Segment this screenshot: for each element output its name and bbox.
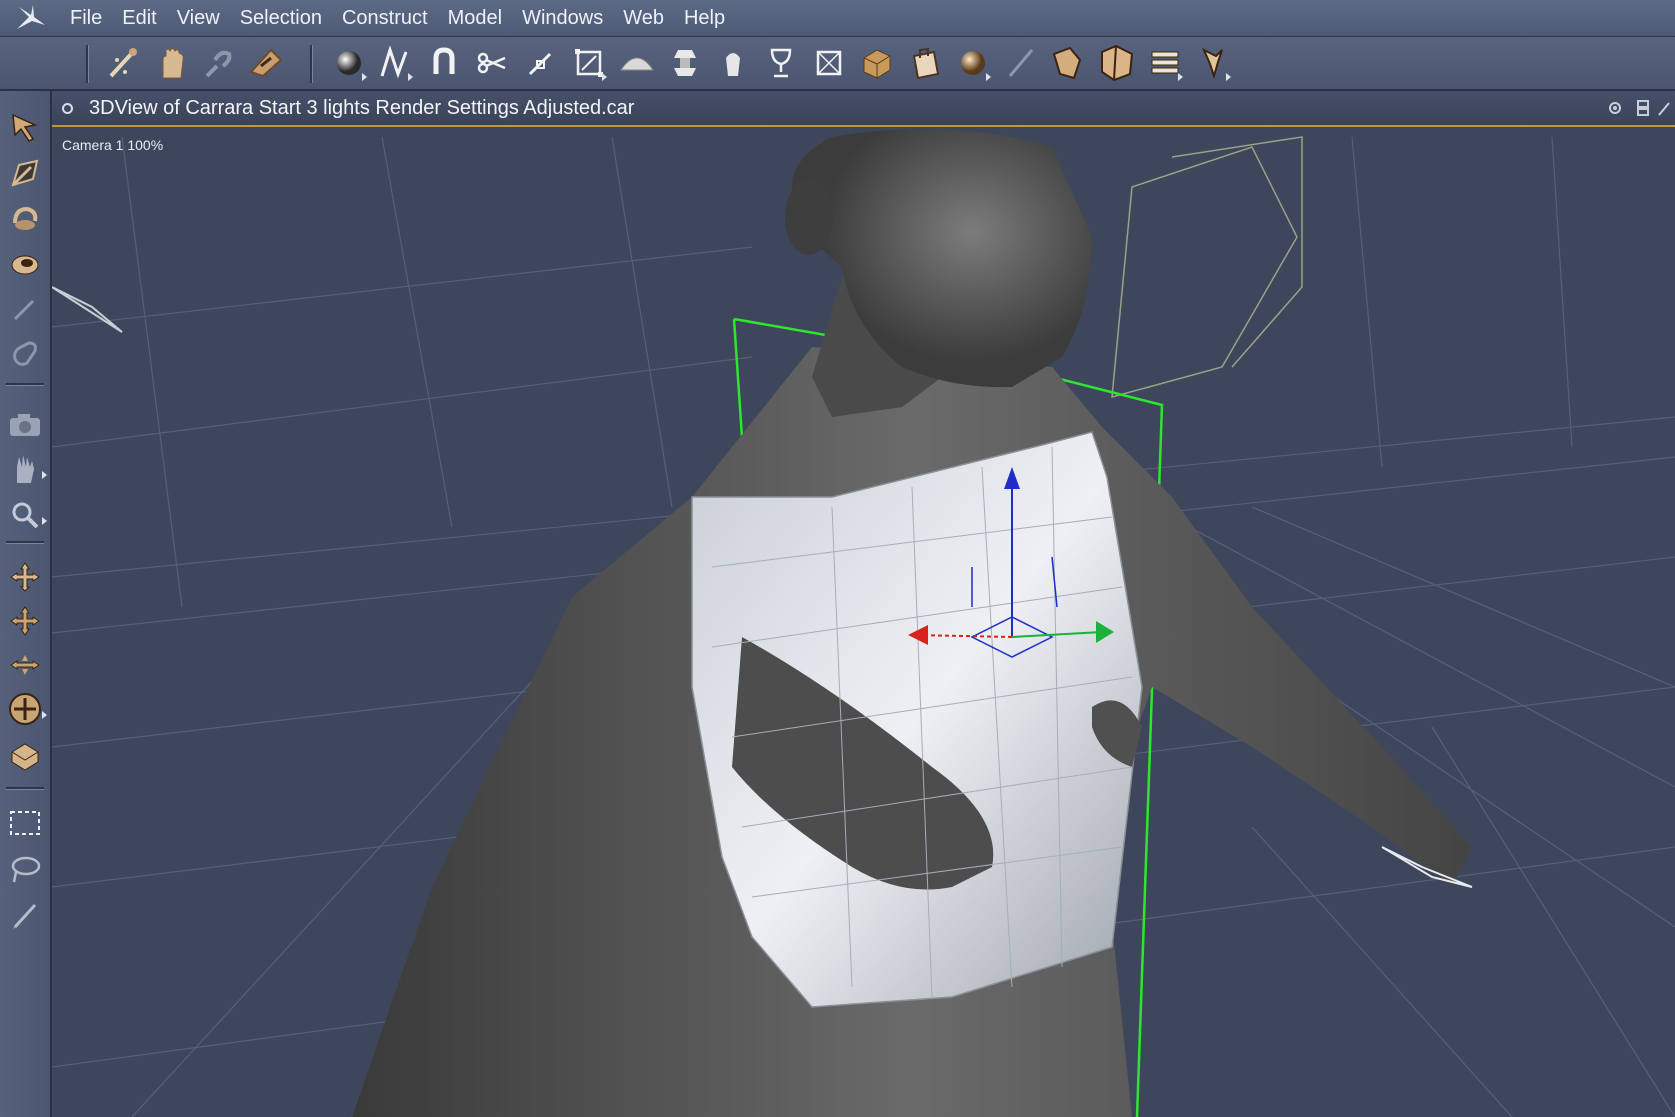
pan-hand-icon[interactable] <box>5 449 47 489</box>
pin-icon[interactable] <box>521 43 561 83</box>
left-toolbar <box>0 91 52 1117</box>
left-toolbar-divider <box>6 541 44 544</box>
spiral-icon[interactable] <box>5 243 45 283</box>
toolbar-divider <box>310 45 313 83</box>
pose-icon[interactable] <box>1193 43 1233 83</box>
torch-icon[interactable] <box>713 43 753 83</box>
scene-render[interactable] <box>52 127 1675 1117</box>
goblet-icon[interactable] <box>761 43 801 83</box>
rotate-icon[interactable] <box>5 199 45 239</box>
marquee-select-icon[interactable] <box>5 803 45 843</box>
zoom-icon[interactable] <box>5 495 47 535</box>
menu-web[interactable]: Web <box>613 0 674 36</box>
menu-edit[interactable]: Edit <box>112 0 166 36</box>
lathe-icon[interactable] <box>665 43 705 83</box>
view-title: 3DView of Carrara Start 3 lights Render … <box>89 97 635 119</box>
menu-construct[interactable]: Construct <box>332 0 438 36</box>
move-axis-icon[interactable] <box>5 645 45 685</box>
eyedropper-icon[interactable] <box>5 289 45 329</box>
3d-viewport[interactable]: Camera 1 100% <box>52 127 1675 1117</box>
bounding-box-icon[interactable] <box>569 43 609 83</box>
link-tool-icon[interactable] <box>198 43 238 83</box>
figure-ear <box>785 179 833 255</box>
hierarchy-icon[interactable] <box>1145 43 1185 83</box>
hand-tool-icon[interactable] <box>152 43 192 83</box>
move-cross-icon[interactable] <box>5 601 45 641</box>
camera-icon[interactable] <box>5 405 45 445</box>
cut-icon[interactable] <box>472 43 512 83</box>
view-split-icon[interactable] <box>1634 99 1652 117</box>
left-toolbar-divider <box>6 787 44 790</box>
menu-help[interactable]: Help <box>674 0 735 36</box>
move-planar-icon[interactable] <box>5 557 45 597</box>
bag-icon[interactable] <box>905 43 945 83</box>
brush-icon[interactable] <box>5 895 45 935</box>
lasso-select-icon[interactable] <box>5 849 45 889</box>
menu-selection[interactable]: Selection <box>230 0 332 36</box>
view-extra-icon[interactable] <box>1655 99 1673 117</box>
spline-tool-icon[interactable] <box>375 43 415 83</box>
interactive-render-icon[interactable] <box>104 43 144 83</box>
menu-model[interactable]: Model <box>438 0 512 36</box>
sphere-primitive-icon[interactable] <box>329 43 369 83</box>
view-settings-icon[interactable] <box>1606 99 1624 117</box>
light-wireframe[interactable] <box>1111 136 1303 399</box>
direct-manipulation-icon[interactable] <box>5 153 45 193</box>
view-menu-dot-icon[interactable] <box>62 103 73 114</box>
main-toolbar <box>0 37 1675 91</box>
camera-label: Camera 1 100% <box>62 137 164 153</box>
plane-icon[interactable] <box>809 43 849 83</box>
cube-group-icon[interactable] <box>1097 43 1137 83</box>
line-light-icon[interactable] <box>1001 43 1041 83</box>
figure-icon[interactable] <box>1049 43 1089 83</box>
dome-icon[interactable] <box>617 43 657 83</box>
move-circle-icon[interactable] <box>5 689 47 729</box>
link-icon[interactable] <box>5 333 45 373</box>
selection-arrow-icon[interactable] <box>5 107 45 147</box>
paint-tool-icon[interactable] <box>246 43 286 83</box>
view-title-bar: 3DView of Carrara Start 3 lights Render … <box>52 91 1675 127</box>
menu-bar: File Edit View Selection Construct Model… <box>0 0 1675 37</box>
menu-windows[interactable]: Windows <box>512 0 613 36</box>
fur-sphere-icon[interactable] <box>953 43 993 83</box>
menu-view[interactable]: View <box>167 0 230 36</box>
magnet-icon[interactable] <box>424 43 464 83</box>
box-icon[interactable] <box>857 43 897 83</box>
menu-file[interactable]: File <box>60 0 112 36</box>
carrara-logo-icon[interactable] <box>0 0 60 36</box>
texture-mapping-icon[interactable] <box>5 737 45 777</box>
toolbar-divider <box>86 45 89 83</box>
left-toolbar-divider <box>6 383 44 386</box>
